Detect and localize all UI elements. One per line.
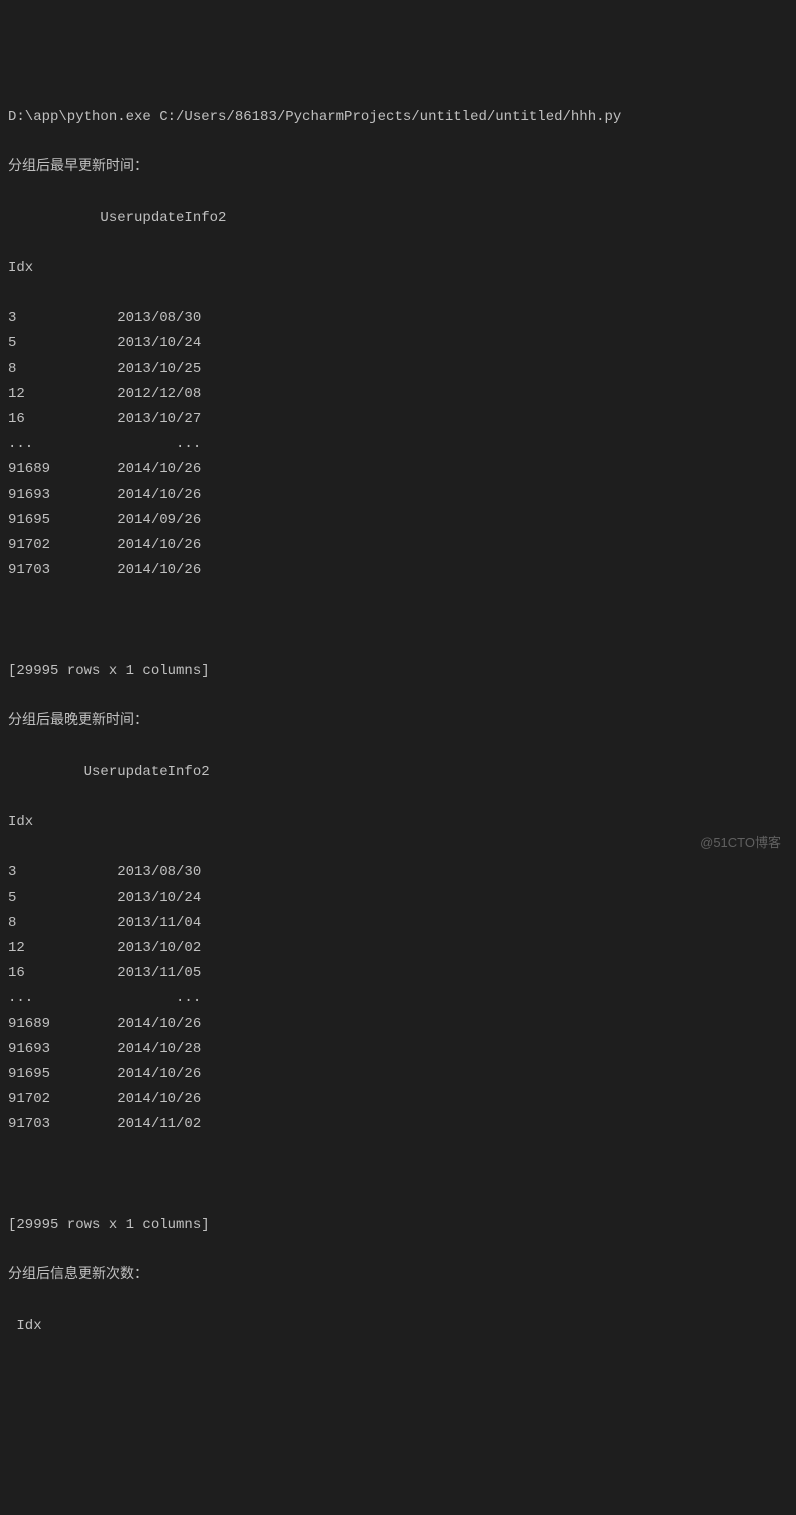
table-row: 91702 2014/10/26 <box>8 1087 788 1112</box>
table-row: ... ... <box>8 432 788 457</box>
section3-title: 分组后信息更新次数： <box>8 1263 788 1288</box>
table-row: 91693 2014/10/28 <box>8 1037 788 1062</box>
section1-rows: 3 2013/08/305 2013/10/248 2013/10/2512 2… <box>8 306 788 583</box>
table-row: 91703 2014/11/02 <box>8 1112 788 1137</box>
table-row: 91689 2014/10/26 <box>8 457 788 482</box>
section3-index-header: Idx <box>8 1314 788 1339</box>
table-row: 91693 2014/10/26 <box>8 483 788 508</box>
section1-column-header: UserupdateInfo2 <box>8 206 788 231</box>
table-row: 8 2013/11/04 <box>8 911 788 936</box>
table-row: 91695 2014/10/26 <box>8 1062 788 1087</box>
table-row: 5 2013/10/24 <box>8 331 788 356</box>
section2-title: 分组后最晚更新时间： <box>8 709 788 734</box>
section2-index-header: Idx <box>8 810 788 835</box>
command-line: D:\app\python.exe C:/Users/86183/Pycharm… <box>8 105 788 130</box>
table-row: 3 2013/08/30 <box>8 306 788 331</box>
section1-title: 分组后最早更新时间： <box>8 155 788 180</box>
table-row: 91703 2014/10/26 <box>8 558 788 583</box>
table-row: 16 2013/11/05 <box>8 961 788 986</box>
blank-line-1 <box>8 609 788 634</box>
table-row: 91695 2014/09/26 <box>8 508 788 533</box>
table-row: 8 2013/10/25 <box>8 357 788 382</box>
table-row: 3 2013/08/30 <box>8 860 788 885</box>
section1-summary: [29995 rows x 1 columns] <box>8 659 788 684</box>
section2-column-header: UserupdateInfo2 <box>8 760 788 785</box>
table-row: 91702 2014/10/26 <box>8 533 788 558</box>
section2-summary: [29995 rows x 1 columns] <box>8 1213 788 1238</box>
table-row: 5 2013/10/24 <box>8 886 788 911</box>
table-row: 16 2013/10/27 <box>8 407 788 432</box>
table-row: ... ... <box>8 986 788 1011</box>
table-row: 12 2012/12/08 <box>8 382 788 407</box>
table-row: 91689 2014/10/26 <box>8 1012 788 1037</box>
blank-line-2 <box>8 1163 788 1188</box>
table-row: 12 2013/10/02 <box>8 936 788 961</box>
watermark: @51CTO博客 <box>700 831 781 854</box>
section2-rows: 3 2013/08/305 2013/10/248 2013/11/0412 2… <box>8 860 788 1137</box>
section1-index-header: Idx <box>8 256 788 281</box>
